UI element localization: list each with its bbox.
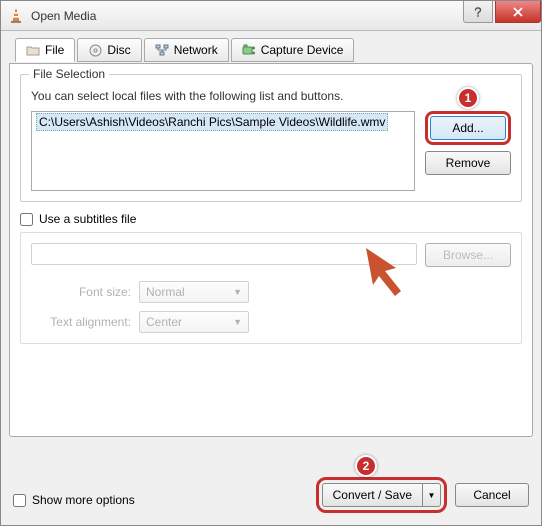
text-align-label: Text alignment: bbox=[41, 315, 131, 329]
convert-save-dropdown[interactable]: ▼ bbox=[423, 483, 441, 507]
window-controls bbox=[463, 1, 541, 30]
show-more-checkbox[interactable] bbox=[13, 494, 26, 507]
subtitles-checkbox-row: Use a subtitles file bbox=[20, 212, 522, 226]
chevron-down-icon: ▼ bbox=[233, 317, 242, 327]
convert-save-button[interactable]: Convert / Save ▼ bbox=[322, 483, 441, 507]
close-button[interactable] bbox=[495, 1, 541, 23]
text-align-combo: Center ▼ bbox=[139, 311, 249, 333]
tab-file[interactable]: File bbox=[15, 38, 75, 62]
folder-icon bbox=[26, 43, 40, 57]
tab-network[interactable]: Network bbox=[144, 38, 229, 62]
add-button[interactable]: Add... bbox=[430, 116, 506, 140]
file-list-item[interactable]: C:\Users\Ashish\Videos\Ranchi Pics\Sampl… bbox=[36, 113, 388, 131]
tab-control: File Disc Network Capture Device File S bbox=[9, 37, 533, 437]
tab-capture-label: Capture Device bbox=[261, 43, 344, 57]
tab-disc[interactable]: Disc bbox=[77, 38, 141, 62]
show-more-row: Show more options bbox=[13, 493, 135, 507]
annotation-badge-2: 2 bbox=[355, 455, 377, 477]
open-media-dialog: Open Media File Disc bbox=[0, 0, 542, 526]
file-list[interactable]: C:\Users\Ashish\Videos\Ranchi Pics\Sampl… bbox=[31, 111, 415, 191]
font-size-label: Font size: bbox=[41, 285, 131, 299]
tab-capture[interactable]: Capture Device bbox=[231, 38, 355, 62]
titlebar: Open Media bbox=[1, 1, 541, 31]
file-selection-hint: You can select local files with the foll… bbox=[31, 89, 511, 103]
annotation-highlight-convert: Convert / Save ▼ bbox=[316, 477, 447, 513]
annotation-badge-1: 1 bbox=[457, 87, 479, 109]
tab-bar: File Disc Network Capture Device bbox=[15, 38, 539, 62]
text-align-value: Center bbox=[146, 315, 182, 329]
client-area: File Disc Network Capture Device File S bbox=[9, 37, 533, 517]
remove-button-label: Remove bbox=[446, 156, 491, 170]
cancel-button-label: Cancel bbox=[473, 488, 510, 502]
font-size-combo: Normal ▼ bbox=[139, 281, 249, 303]
file-selection-legend: File Selection bbox=[29, 67, 109, 81]
font-size-value: Normal bbox=[146, 285, 185, 299]
subtitles-group: Browse... Font size: Normal ▼ Text align… bbox=[20, 232, 522, 344]
remove-button[interactable]: Remove bbox=[425, 151, 511, 175]
help-button[interactable] bbox=[463, 1, 493, 23]
subtitles-checkbox-label: Use a subtitles file bbox=[39, 212, 136, 226]
add-button-label: Add... bbox=[452, 121, 483, 135]
tab-panel-file: File Selection You can select local file… bbox=[9, 63, 533, 437]
capture-icon bbox=[242, 43, 256, 57]
bottom-bar: Show more options Convert / Save ▼ Cance… bbox=[9, 463, 533, 517]
browse-button: Browse... bbox=[425, 243, 511, 267]
chevron-down-icon: ▼ bbox=[233, 287, 242, 297]
disc-icon bbox=[88, 43, 102, 57]
convert-save-label: Convert / Save bbox=[333, 488, 412, 502]
file-selection-group: File Selection You can select local file… bbox=[20, 74, 522, 202]
tab-disc-label: Disc bbox=[107, 43, 130, 57]
tab-network-label: Network bbox=[174, 43, 218, 57]
subtitles-path-input bbox=[31, 243, 417, 265]
annotation-highlight-add: Add... bbox=[425, 111, 511, 145]
subtitles-checkbox[interactable] bbox=[20, 213, 33, 226]
cancel-button[interactable]: Cancel bbox=[455, 483, 529, 507]
browse-button-label: Browse... bbox=[443, 248, 493, 262]
show-more-label: Show more options bbox=[32, 493, 135, 507]
window-title: Open Media bbox=[31, 9, 463, 23]
vlc-icon bbox=[7, 7, 25, 25]
network-icon bbox=[155, 43, 169, 57]
tab-file-label: File bbox=[45, 43, 64, 57]
